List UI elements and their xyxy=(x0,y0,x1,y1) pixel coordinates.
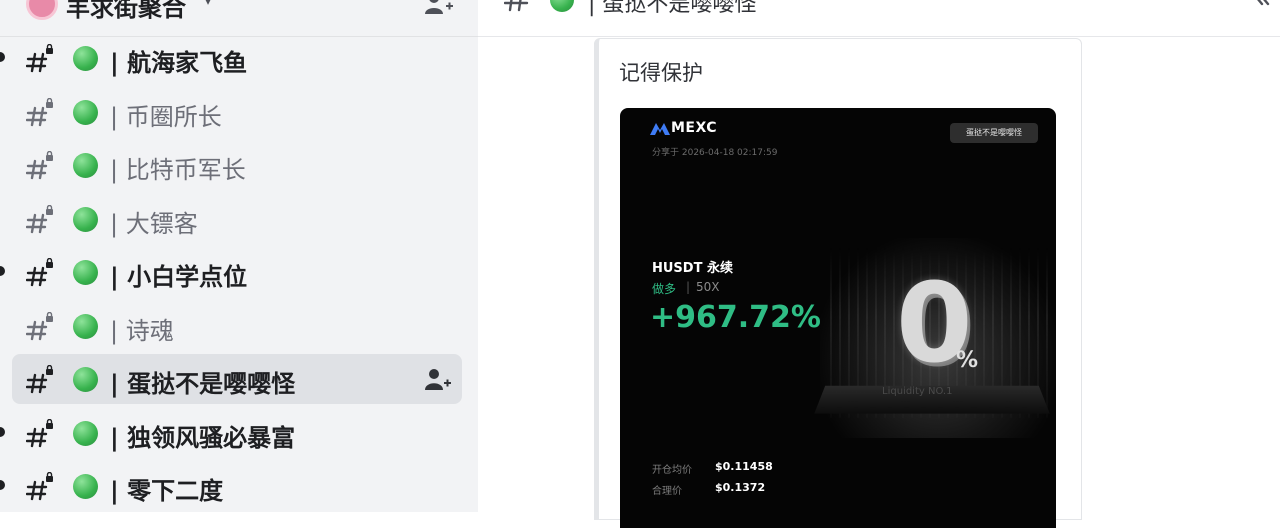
message-text: 记得保护 xyxy=(619,61,703,85)
channel-list: | 航海家飞鱼 | 币圈所长 | 比特币军长 | 大镖客 | 小白学点位 | 诗… xyxy=(0,32,478,512)
share-time: 分享于 2026-04-18 02:17:59 xyxy=(652,148,778,158)
threads-icon[interactable] xyxy=(1248,0,1278,14)
channel-item[interactable]: | 独领风骚必暴富 xyxy=(0,407,478,461)
brand-name: MEXC xyxy=(671,120,718,136)
promo-caption: Liquidity NO.1 xyxy=(882,386,953,397)
unread-indicator xyxy=(0,426,5,437)
channel-name: | 零下二度 xyxy=(110,477,224,505)
add-member-icon[interactable] xyxy=(424,0,454,14)
channel-name: | 大镖客 xyxy=(110,209,198,238)
channel-item[interactable]: | 诗魂 xyxy=(0,300,478,354)
channel-name: | 诗魂 xyxy=(110,316,174,345)
channel-item[interactable]: | 大镖客 xyxy=(0,193,478,247)
server-avatar-icon xyxy=(26,0,58,20)
pnl-percent: +967.72% xyxy=(650,300,821,335)
green-dot-icon xyxy=(73,99,98,125)
chat-area: | 蛋挞不是嘤嘤怪 记得保护 Liquidity NO.1 0 % MEXC 分… xyxy=(478,0,1280,528)
hash-lock-icon xyxy=(26,472,53,501)
hash-lock-icon xyxy=(26,365,53,394)
channel-sidebar: 羊求街聚合 ▾ | 航海家飞鱼 | 币圈所长 | 比特币军长 xyxy=(0,0,478,512)
mexc-logo-icon xyxy=(650,123,670,135)
green-dot-icon xyxy=(73,367,98,392)
hash-lock-icon xyxy=(26,258,53,287)
position-direction: 做多 xyxy=(652,282,677,296)
hash-lock-icon xyxy=(26,204,53,233)
channel-name: | 比特币军长 xyxy=(110,156,246,184)
channel-item[interactable]: | 航海家飞鱼 xyxy=(0,32,478,86)
green-dot-icon xyxy=(550,0,574,12)
promo-percent: % xyxy=(956,348,979,373)
channel-item[interactable]: | 币圈所长 xyxy=(0,86,478,140)
channel-header: | 蛋挞不是嘤嘤怪 xyxy=(478,0,1280,37)
green-dot-icon xyxy=(73,313,98,339)
chevron-down-icon[interactable]: ▾ xyxy=(204,0,212,9)
server-name: 羊求街聚合 xyxy=(66,0,186,22)
stat-value: $0.11458 xyxy=(715,460,773,473)
stat-label: 开仓均价 xyxy=(652,465,692,476)
green-dot-icon xyxy=(73,206,98,232)
green-dot-icon xyxy=(73,420,98,446)
channel-name: | 独领风骚必暴富 xyxy=(110,423,296,452)
user-badge: 蛋挞不是嘤嘤怪 xyxy=(950,123,1038,143)
stat-label: 合理价 xyxy=(652,486,682,497)
stat-value: $0.1372 xyxy=(715,481,766,494)
channel-title: | 蛋挞不是嘤嘤怪 xyxy=(588,0,757,17)
trading-pair: HUSDT 永续 xyxy=(652,261,733,276)
invite-member-icon[interactable] xyxy=(424,367,452,391)
channel-item-selected[interactable]: | 蛋挞不是嘤嘤怪 xyxy=(0,353,478,407)
message-embed: 记得保护 Liquidity NO.1 0 % MEXC 分享于 2026-04… xyxy=(594,38,1082,528)
trade-share-image[interactable]: Liquidity NO.1 0 % MEXC 分享于 2026-04-18 0… xyxy=(620,108,1056,528)
channel-item[interactable]: | 小白学点位 xyxy=(0,246,478,300)
channel-item[interactable]: | 比特币军长 xyxy=(0,139,478,193)
channel-name: | 小白学点位 xyxy=(110,263,248,291)
green-dot-icon xyxy=(73,474,98,499)
unread-indicator xyxy=(0,52,5,62)
green-dot-icon xyxy=(73,46,98,71)
hash-lock-icon xyxy=(26,311,53,340)
separator: | xyxy=(686,280,691,294)
channel-name: | 币圈所长 xyxy=(110,102,222,131)
hash-lock-icon xyxy=(26,151,53,180)
green-dot-icon xyxy=(73,260,98,285)
unread-indicator xyxy=(0,266,5,276)
hash-lock-icon xyxy=(26,418,53,447)
hash-lock-icon xyxy=(26,44,53,73)
green-dot-icon xyxy=(73,153,98,178)
hash-icon xyxy=(504,0,529,12)
leverage: 50X xyxy=(696,280,720,294)
channel-name: | 蛋挞不是嘤嘤怪 xyxy=(110,370,296,398)
channel-name: | 航海家飞鱼 xyxy=(110,49,248,77)
unread-indicator xyxy=(0,480,5,490)
channel-item[interactable]: | 零下二度 xyxy=(0,460,478,512)
hash-lock-icon xyxy=(26,97,53,126)
